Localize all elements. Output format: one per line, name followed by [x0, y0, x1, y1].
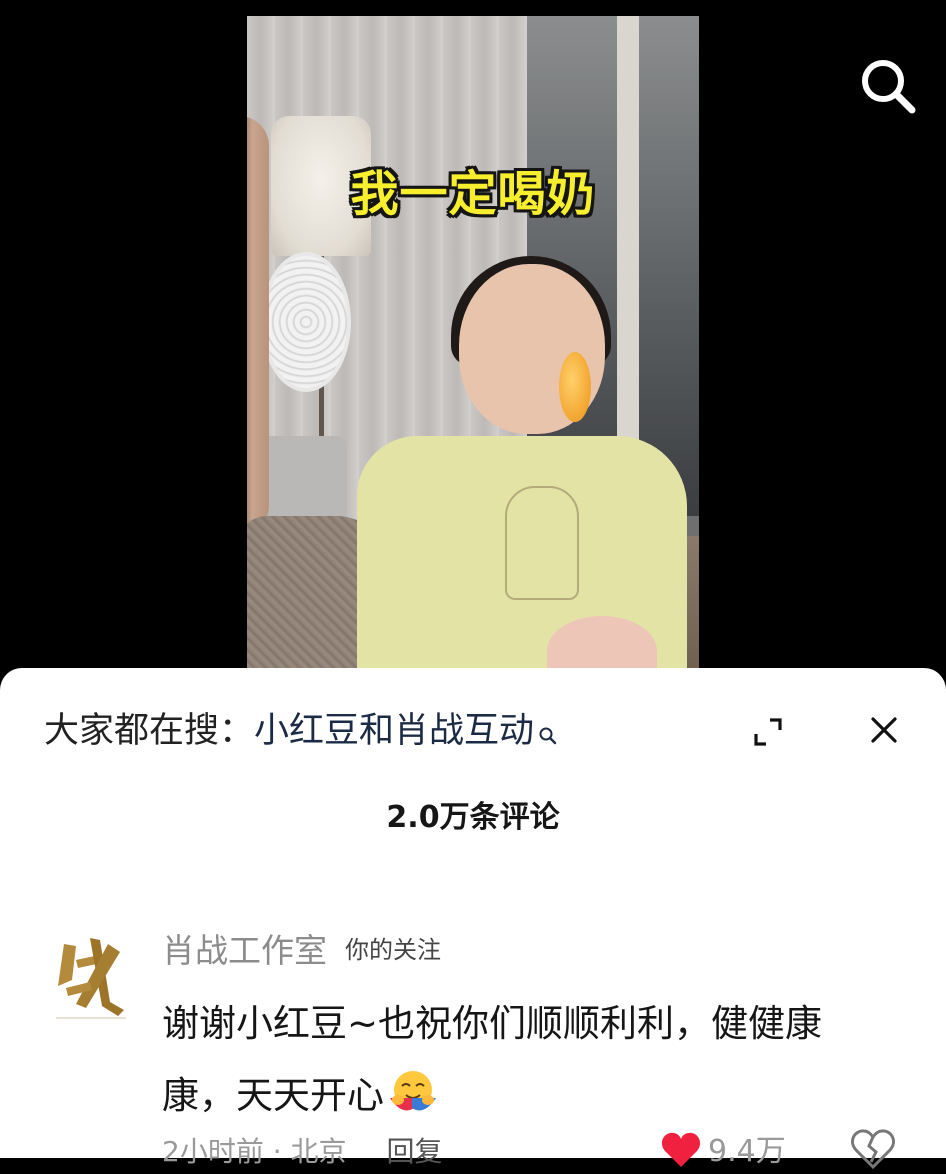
expand-icon[interactable]	[748, 712, 788, 752]
electric-fan	[261, 252, 351, 392]
comment-meta: 2小时前 · 北京 回复	[162, 1130, 443, 1170]
comment-item: 肖战工作室 你的关注 谢谢小红豆~也祝你们顺顺利利，健健康康，天天开心 2小时前 …	[0, 918, 946, 1170]
hot-search-prefix: 大家都在搜：	[44, 711, 255, 751]
close-icon[interactable]	[864, 710, 904, 750]
comment-count: 2.0万条评论	[386, 800, 560, 835]
toy-phone	[559, 352, 591, 422]
comment-author[interactable]: 肖战工作室	[162, 931, 327, 970]
comment-author-line: 肖战工作室 你的关注	[162, 924, 441, 972]
avatar[interactable]	[46, 924, 136, 1024]
comment-text: 谢谢小红豆~也祝你们顺顺利利，健健康康，天天开心	[162, 1002, 823, 1117]
search-icon[interactable]	[858, 56, 918, 116]
hug-emoji-icon	[386, 1068, 440, 1118]
search-icon	[538, 712, 558, 758]
reply-button[interactable]: 回复	[387, 1135, 443, 1168]
like-button[interactable]: 9.4万	[660, 1126, 786, 1173]
video-caption: 我一定喝奶	[350, 166, 596, 222]
comment-body: 谢谢小红豆~也祝你们顺顺利利，健健康康，天天开心	[162, 988, 862, 1132]
like-count: 9.4万	[708, 1134, 786, 1169]
comment-time-location: 2小时前 · 北京	[162, 1135, 347, 1168]
video-player[interactable]: 我一定喝奶	[247, 16, 699, 686]
sweater-print	[505, 486, 579, 600]
hot-search-query: 小红豆和肖战互动	[254, 711, 535, 751]
follow-tag: 你的关注	[345, 936, 441, 964]
comment-sheet: 大家都在搜：小红豆和肖战互动 2.0万条评论 肖战工作室你的关注 谢谢小红豆~也…	[0, 668, 946, 1170]
heart-icon	[661, 1132, 701, 1167]
broken-heart-icon[interactable]	[850, 1128, 896, 1170]
hot-search-link[interactable]: 大家都在搜：小红豆和肖战互动	[44, 708, 558, 758]
